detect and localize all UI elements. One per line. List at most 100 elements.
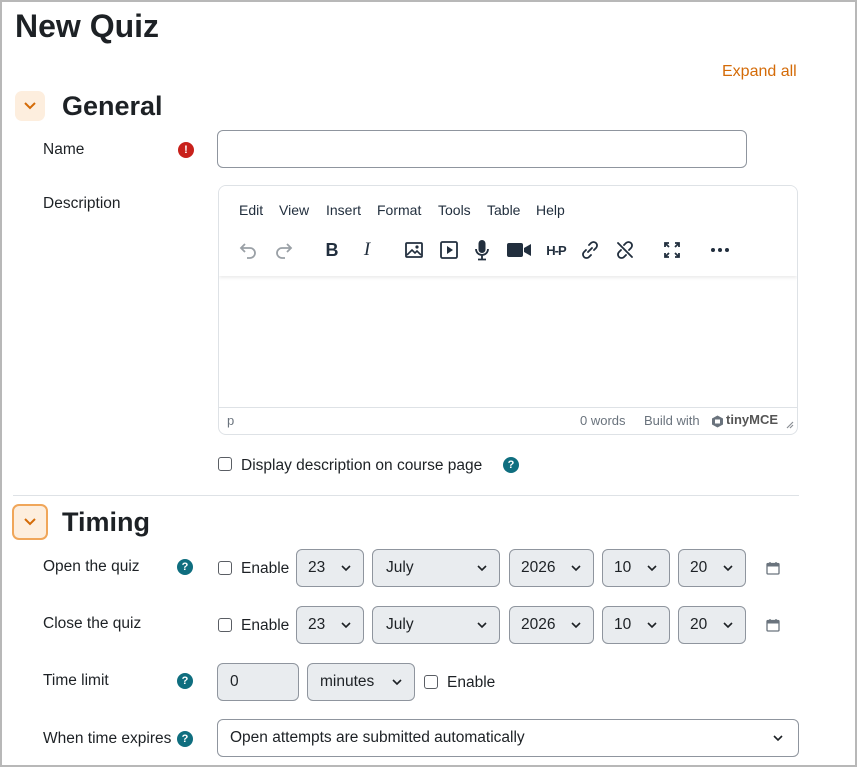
close-quiz-label: Close the quiz	[43, 615, 142, 632]
display-description-label: Display description on course page	[241, 457, 483, 474]
description-label: Description	[43, 195, 121, 212]
open-hour-select[interactable]: 10	[602, 549, 670, 587]
timing-section-toggle[interactable]	[12, 504, 48, 540]
h5p-button[interactable]: H-P	[541, 237, 571, 263]
display-description-checkbox[interactable]	[218, 457, 232, 471]
close-minute-select[interactable]: 20	[678, 606, 746, 644]
menu-insert[interactable]: Insert	[326, 202, 361, 218]
resize-handle-icon[interactable]	[785, 420, 794, 429]
menu-edit[interactable]: Edit	[239, 202, 263, 218]
bold-icon: B	[325, 239, 339, 260]
chevron-down-icon	[341, 565, 351, 572]
menu-format[interactable]: Format	[377, 202, 421, 218]
unlink-button[interactable]	[612, 237, 638, 263]
open-month-select[interactable]: July	[372, 549, 500, 587]
link-button[interactable]	[577, 237, 603, 263]
time-limit-value: 0	[230, 673, 239, 690]
chevron-down-icon	[24, 518, 36, 526]
build-with-text: Build with	[644, 413, 700, 428]
help-icon[interactable]: ?	[177, 731, 193, 747]
open-enable-checkbox[interactable]	[218, 561, 232, 575]
help-icon[interactable]: ?	[503, 457, 519, 473]
select-value: 23	[308, 559, 326, 576]
open-minute-select[interactable]: 20	[678, 549, 746, 587]
bold-button[interactable]: B	[319, 237, 345, 263]
general-section-toggle[interactable]	[15, 91, 45, 121]
h5p-icon: H-P	[546, 242, 566, 258]
open-day-select[interactable]: 23	[296, 549, 364, 587]
tinymce-brand[interactable]: tinyMCE	[726, 412, 778, 427]
editor-content-area[interactable]	[219, 278, 797, 408]
undo-button[interactable]	[235, 237, 261, 263]
close-hour-select[interactable]: 10	[602, 606, 670, 644]
word-count[interactable]: 0 words	[580, 413, 626, 428]
chevron-down-icon	[723, 622, 733, 629]
select-value: 10	[614, 616, 632, 633]
time-limit-input[interactable]: 0	[217, 663, 299, 701]
time-limit-label: Time limit	[43, 672, 109, 689]
media-icon	[440, 241, 458, 259]
expand-all-link[interactable]: Expand all	[722, 63, 797, 81]
media-button[interactable]	[436, 237, 462, 263]
record-audio-button[interactable]	[469, 237, 495, 263]
menu-view[interactable]: View	[279, 202, 309, 218]
time-limit-enable-checkbox[interactable]	[424, 675, 438, 689]
editor-menubar: Edit View Insert Format Tools Table Help…	[219, 186, 797, 276]
italic-icon: I	[363, 239, 371, 260]
chevron-down-icon	[477, 622, 487, 629]
close-year-select[interactable]: 2026	[509, 606, 594, 644]
chevron-down-icon	[647, 622, 657, 629]
record-video-button[interactable]	[506, 237, 532, 263]
image-button[interactable]	[401, 237, 427, 263]
select-value: Open attempts are submitted automaticall…	[230, 729, 525, 746]
more-icon	[711, 248, 729, 252]
section-divider	[13, 495, 799, 496]
image-icon	[405, 242, 423, 258]
page-title: New Quiz	[15, 8, 160, 44]
select-value: 2026	[521, 559, 556, 576]
close-day-select[interactable]: 23	[296, 606, 364, 644]
fullscreen-icon	[664, 242, 680, 258]
video-camera-icon	[507, 243, 531, 257]
open-year-select[interactable]: 2026	[509, 549, 594, 587]
more-button[interactable]	[707, 237, 733, 263]
chevron-down-icon	[392, 679, 402, 686]
unlink-icon	[617, 241, 633, 259]
when-expires-select[interactable]: Open attempts are submitted automaticall…	[217, 719, 799, 757]
menu-table[interactable]: Table	[487, 202, 520, 218]
name-input[interactable]	[217, 130, 747, 168]
description-editor: Edit View Insert Format Tools Table Help…	[218, 185, 798, 435]
time-limit-unit-select[interactable]: minutes	[307, 663, 415, 701]
select-value: 2026	[521, 616, 556, 633]
general-section-title: General	[62, 91, 163, 121]
fullscreen-button[interactable]	[659, 237, 685, 263]
redo-button[interactable]	[271, 237, 297, 263]
select-value: July	[386, 616, 414, 633]
select-value: 10	[614, 559, 632, 576]
calendar-icon[interactable]	[766, 561, 780, 575]
chevron-down-icon	[571, 622, 581, 629]
when-expires-label: When time expires	[43, 730, 172, 747]
menu-tools[interactable]: Tools	[438, 202, 471, 218]
close-month-select[interactable]: July	[372, 606, 500, 644]
timing-section-title: Timing	[62, 507, 151, 537]
element-path[interactable]: p	[227, 413, 234, 428]
name-label: Name	[43, 141, 85, 158]
help-icon[interactable]: ?	[177, 559, 193, 575]
chevron-down-icon	[341, 622, 351, 629]
calendar-icon[interactable]	[766, 618, 780, 632]
menu-help[interactable]: Help	[536, 202, 565, 218]
close-enable-checkbox[interactable]	[218, 618, 232, 632]
help-icon[interactable]: ?	[177, 673, 193, 689]
select-value: 20	[690, 616, 708, 633]
select-value: July	[386, 559, 414, 576]
required-icon: !	[178, 142, 194, 158]
chevron-down-icon	[723, 565, 733, 572]
chevron-down-icon	[647, 565, 657, 572]
link-icon	[582, 241, 598, 259]
microphone-icon	[475, 240, 489, 261]
redo-icon	[276, 243, 293, 259]
italic-button[interactable]: I	[354, 237, 380, 263]
open-quiz-label: Open the quiz	[43, 558, 140, 575]
editor-statusbar: p 0 words Build with tinyMCE	[219, 407, 797, 434]
